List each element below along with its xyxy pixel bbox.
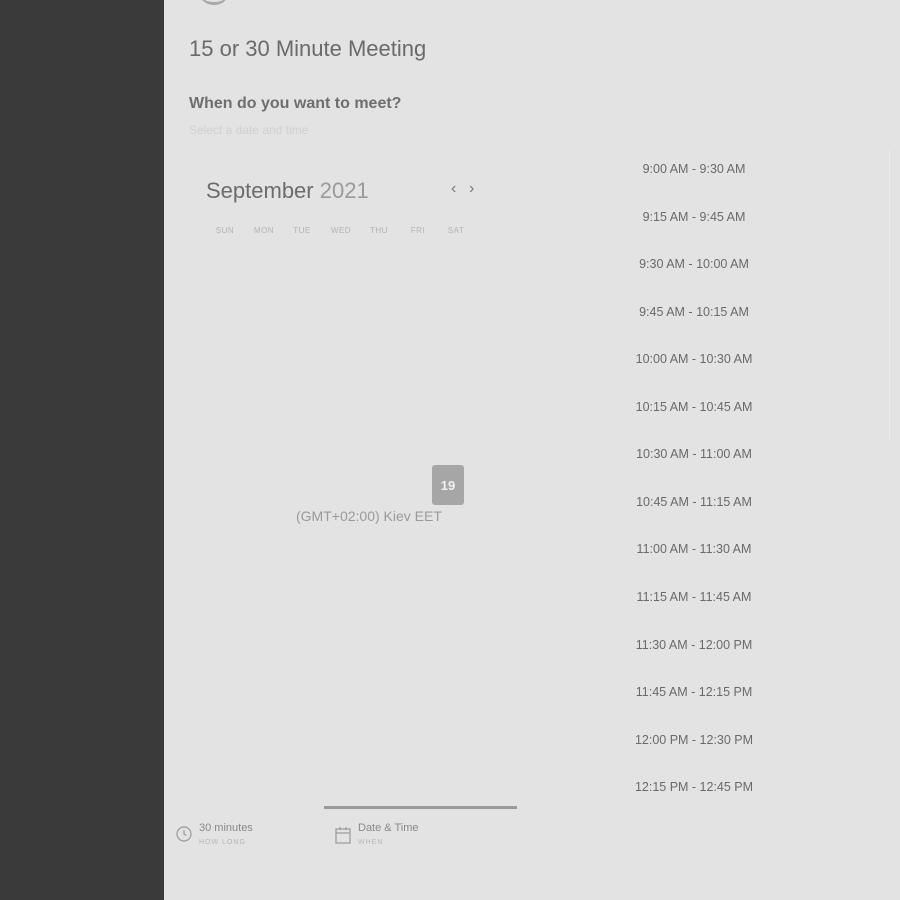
- time-slot[interactable]: 11:15 AM - 11:45 AM: [614, 590, 774, 604]
- weekday-label: SAT: [447, 226, 465, 235]
- step-datetime-sublabel: WHEN: [358, 839, 384, 846]
- calendar-month-label: September 2021: [206, 178, 369, 204]
- step-datetime-label: Date & Time: [358, 822, 419, 834]
- weekday-label: WED: [330, 226, 352, 235]
- clock-icon: [176, 826, 192, 847]
- timezone-label[interactable]: (GMT+02:00) Kiev EET: [296, 508, 442, 524]
- time-slot[interactable]: 12:00 PM - 12:30 PM: [614, 733, 774, 747]
- calendar-day-selected[interactable]: 19: [432, 465, 464, 505]
- active-step-indicator: [324, 806, 517, 809]
- page-title: 15 or 30 Minute Meeting: [189, 36, 427, 61]
- time-slot[interactable]: 11:00 AM - 11:30 AM: [614, 542, 774, 556]
- time-list-scrollbar[interactable]: [889, 150, 890, 440]
- step-duration-label: 30 minutes: [199, 822, 253, 834]
- time-slot[interactable]: 9:15 AM - 9:45 AM: [614, 210, 774, 224]
- time-slot[interactable]: 10:00 AM - 10:30 AM: [614, 352, 774, 366]
- weekday-label: THU: [370, 226, 388, 235]
- time-slot[interactable]: 12:15 PM - 12:45 PM: [614, 780, 774, 794]
- time-slot[interactable]: 11:30 AM - 12:00 PM: [614, 638, 774, 652]
- step-duration-sublabel: HOW LONG: [199, 839, 246, 846]
- calendar-year: 2021: [319, 178, 369, 203]
- section-heading: When do you want to meet?: [189, 95, 402, 112]
- section-subtitle: Select a date and time: [189, 123, 309, 137]
- time-slot[interactable]: 10:30 AM - 11:00 AM: [614, 447, 774, 461]
- weekday-label: TUE: [293, 226, 311, 235]
- left-sidebar: [0, 0, 164, 900]
- time-slot[interactable]: 9:45 AM - 10:15 AM: [614, 305, 774, 319]
- scheduler-panel: 15 or 30 Minute Meeting When do you want…: [164, 0, 900, 900]
- weekday-label: FRI: [410, 226, 426, 235]
- weekday-label: SUN: [215, 226, 235, 235]
- time-slot[interactable]: 11:45 AM - 12:15 PM: [614, 685, 774, 699]
- time-slot[interactable]: 9:30 AM - 10:00 AM: [614, 257, 774, 271]
- calendar-month: September: [206, 178, 314, 203]
- weekday-label: MON: [253, 226, 275, 235]
- time-slot[interactable]: 10:45 AM - 11:15 AM: [614, 495, 774, 509]
- time-slot[interactable]: 10:15 AM - 10:45 AM: [614, 400, 774, 414]
- chevron-right-icon[interactable]: ›: [469, 180, 474, 198]
- time-slot[interactable]: 9:00 AM - 9:30 AM: [614, 162, 774, 176]
- avatar: [199, 0, 229, 5]
- calendar-icon: [335, 826, 351, 849]
- chevron-left-icon[interactable]: ‹: [451, 180, 456, 198]
